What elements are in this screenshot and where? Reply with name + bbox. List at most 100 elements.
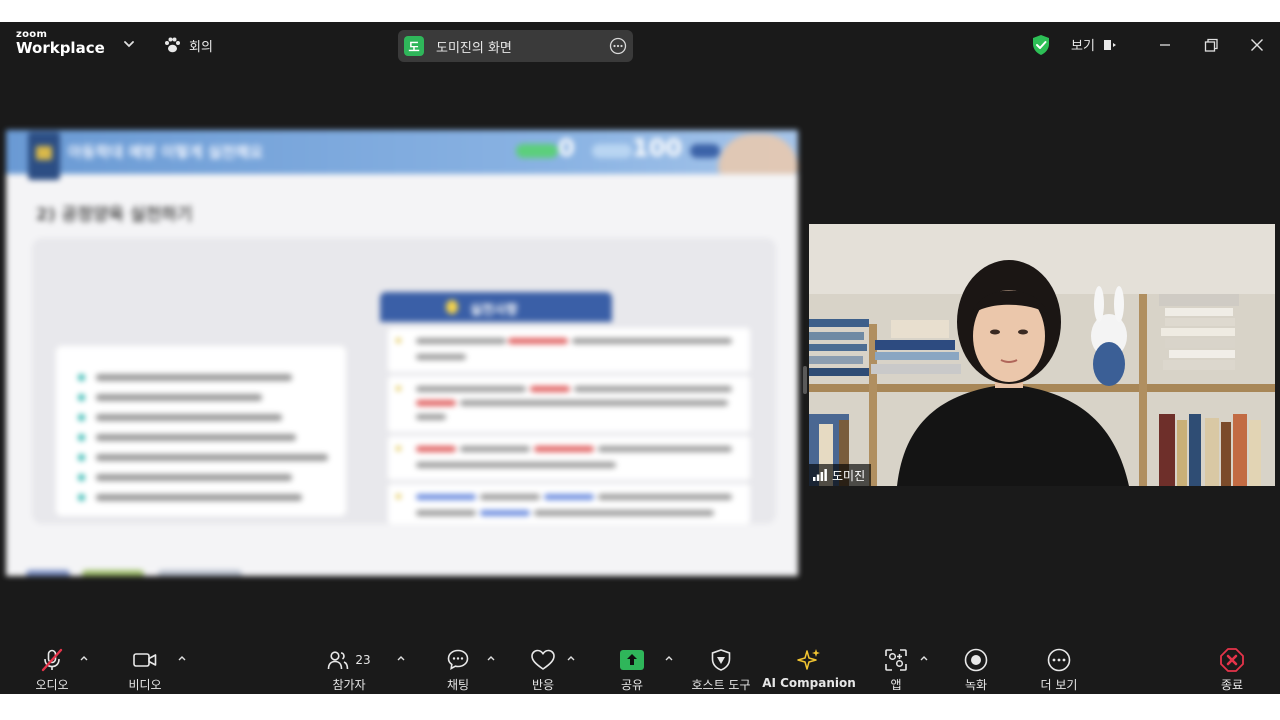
blurred-text-line (460, 446, 530, 452)
blurred-text-line (480, 494, 540, 500)
layout-icon (1103, 39, 1116, 50)
participants-button[interactable]: 23 참가자 (322, 636, 376, 694)
apps-icon (885, 649, 907, 671)
video-camera-icon (133, 653, 157, 667)
chevron-down-icon[interactable] (122, 37, 136, 51)
screen-bottom-margin (0, 694, 1280, 720)
bullet-dot (78, 454, 85, 461)
reactions-label: 반응 (531, 678, 555, 692)
record-button[interactable]: 녹화 (950, 636, 1002, 694)
end-meeting-label: 종료 (1220, 678, 1244, 692)
heart-icon (531, 649, 555, 670)
audio-options-caret-icon[interactable] (78, 652, 90, 664)
bullet-dot (78, 474, 85, 481)
blurred-text-line (96, 374, 292, 381)
apps-label: 앱 (890, 678, 902, 692)
reactions-options-caret-icon[interactable] (565, 652, 577, 664)
ai-sparkle-icon (797, 649, 820, 670)
slide-number-left: 0 (558, 134, 575, 162)
slide-left-card (56, 346, 346, 516)
apps-button[interactable]: 앱 (872, 636, 920, 694)
blurred-text-line (572, 338, 732, 344)
blurred-text-line (416, 338, 506, 344)
blurred-text-line (416, 462, 616, 468)
reactions-button[interactable]: 반응 (517, 636, 569, 694)
participant-name-tag: 도미진 (809, 464, 872, 486)
apps-options-caret-icon[interactable] (918, 652, 930, 664)
screen-share-label: 도미진의 화면 (436, 40, 512, 56)
blurred-text-line (416, 494, 476, 500)
bullet-dot (78, 394, 85, 401)
blurred-text-line (96, 474, 292, 481)
resize-handle[interactable] (803, 366, 807, 394)
bullet-dot (396, 386, 401, 391)
slide-right-card (388, 436, 750, 480)
blurred-text-line (416, 386, 526, 392)
screen-share-indicator[interactable]: 도 도미진의 화면 (398, 30, 633, 62)
share-button[interactable]: 공유 (606, 636, 658, 694)
security-shield-icon[interactable] (1031, 34, 1051, 56)
audio-button[interactable]: 오디오 (24, 636, 80, 694)
close-window-icon[interactable] (1246, 34, 1268, 56)
heart-hands-image (718, 134, 798, 174)
slide-right-card (388, 484, 750, 524)
signal-strength-icon (813, 469, 827, 481)
blurred-text-line (598, 494, 732, 500)
slide-chip-light (592, 144, 632, 158)
zoom-workplace-logo[interactable]: zoom Workplace (16, 30, 105, 56)
video-options-caret-icon[interactable] (176, 652, 188, 664)
blurred-text-line (96, 454, 328, 461)
participants-options-caret-icon[interactable] (395, 652, 407, 664)
ai-companion-button[interactable]: AI Companion (762, 636, 856, 694)
end-meeting-button[interactable]: 종료 (1208, 636, 1256, 694)
more-options-icon[interactable] (609, 37, 627, 55)
blurred-text-line (544, 494, 594, 500)
minimize-icon[interactable] (1154, 34, 1176, 56)
blurred-text-line (534, 510, 714, 516)
share-options-caret-icon[interactable] (663, 652, 675, 664)
microphone-muted-icon (41, 648, 63, 672)
paw-icon (165, 37, 180, 53)
view-button[interactable]: 보기 (1071, 35, 1117, 54)
share-label: 공유 (620, 678, 644, 692)
slide-tab-label: 실천사항 (470, 303, 518, 318)
record-icon (964, 648, 988, 672)
host-tools-shield-icon (711, 649, 731, 671)
blurred-text-line (530, 386, 570, 392)
zoom-meeting-window: zoom Workplace 회의 도 도미진의 화면 보기 아동학대 예방 이… (0, 22, 1280, 694)
more-button[interactable]: 더 보기 (1030, 636, 1088, 694)
host-tools-button[interactable]: 호스트 도구 (684, 636, 758, 694)
participants-icon (328, 651, 349, 670)
bullet-dot (78, 414, 85, 421)
bullet-dot (396, 446, 401, 451)
chat-options-caret-icon[interactable] (485, 652, 497, 664)
slide-number-right: 100 (632, 134, 683, 162)
blurred-text-line (96, 494, 302, 501)
participants-label: 참가자 (332, 678, 366, 692)
bullet-dot (396, 494, 401, 499)
slide-chip-green (516, 144, 558, 158)
chat-icon (447, 649, 469, 670)
more-label: 더 보기 (1040, 678, 1078, 692)
footer-logo (82, 570, 144, 576)
blurred-text-line (96, 394, 262, 401)
meeting-label: 회의 (189, 39, 213, 55)
meeting-button[interactable]: 회의 (163, 34, 213, 56)
host-tools-label: 호스트 도구 (691, 678, 751, 692)
chat-button[interactable]: 채팅 (432, 636, 484, 694)
participant-video-tile[interactable]: 도미진 (809, 224, 1275, 486)
screen-top-margin (0, 0, 1280, 22)
meeting-toolbar: 오디오 비디오 23 참가자 채팅 반응 공유 호스트 도구 AI Compan… (0, 636, 1280, 694)
share-screen-icon (620, 650, 644, 670)
restore-icon[interactable] (1200, 34, 1222, 56)
chat-label: 채팅 (446, 678, 470, 692)
blurred-text-line (480, 510, 530, 516)
slide-badge-icon (28, 132, 60, 180)
blurred-text-line (534, 446, 594, 452)
bullet-dot (396, 338, 401, 343)
blurred-text-line (416, 510, 476, 516)
slide-header: 아동학대 예방 이렇게 실천해요 0 100 (6, 130, 798, 180)
video-label: 비디오 (128, 678, 162, 692)
blurred-text-line (574, 386, 732, 392)
video-button[interactable]: 비디오 (118, 636, 172, 694)
